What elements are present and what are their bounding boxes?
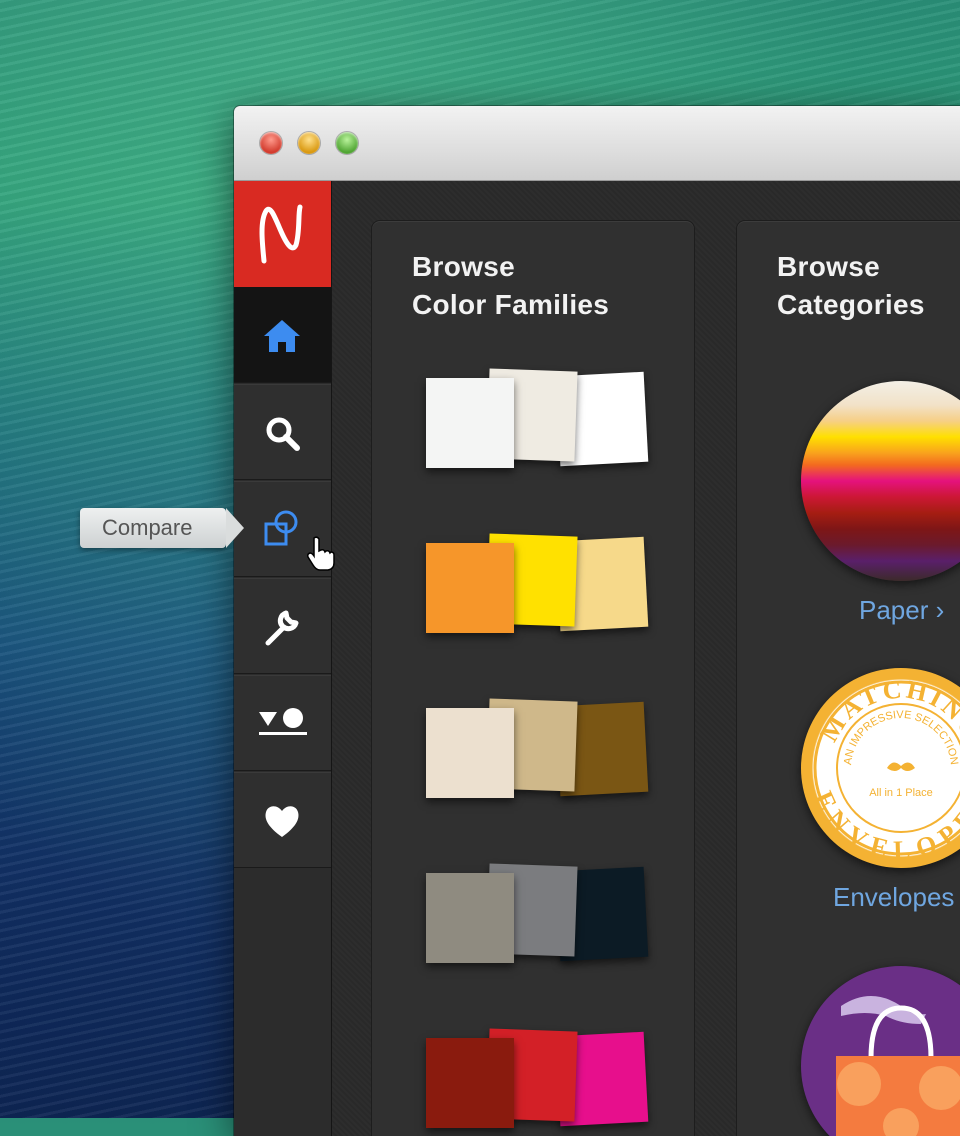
title-bar [234,106,960,181]
envelopes-badge: MATCHING ENVELOPES AN IMPRESSIVE SELECTI… [801,668,960,868]
category-bags[interactable] [801,966,960,1136]
color-family-group[interactable] [426,861,649,971]
shapes-icon [259,708,307,735]
hand-cursor-icon [307,536,335,571]
paper-category-link[interactable]: Paper › [859,595,944,626]
color-families-panel: Browse Color Families [372,221,694,1136]
search-icon [266,417,300,451]
main-content: Browse Color Families Browse Categories … [332,181,960,1136]
wrench-icon [265,610,299,646]
sidebar-item-shapes[interactable] [234,675,331,771]
categories-panel: Browse Categories Paper › MATCHI ENVELO … [737,221,960,1136]
color-swatch [426,708,514,798]
color-family-group[interactable] [426,531,649,641]
color-swatch [426,873,514,963]
color-swatch [426,378,514,468]
close-window-button[interactable] [260,132,282,154]
app-window: Browse Color Families Browse Categories … [234,106,960,1136]
svg-text:All in 1 Place: All in 1 Place [869,787,933,799]
sidebar-item-search[interactable] [234,384,331,480]
categories-title: Browse Categories [777,251,925,320]
color-family-group[interactable] [426,1026,649,1136]
color-family-group[interactable] [426,696,649,806]
color-families-title: Browse Color Families [412,251,610,320]
sidebar-item-favorites[interactable] [234,772,331,868]
paper-thumbnail [801,381,960,581]
color-swatch [426,543,514,633]
heart-icon [265,806,299,837]
category-paper[interactable]: Paper › [801,381,960,625]
compare-tooltip: Compare [80,508,244,548]
app-logo[interactable] [234,181,331,287]
shopping-bag-icon [836,996,960,1136]
color-swatch [426,1038,514,1128]
category-envelopes[interactable]: MATCHING ENVELOPES AN IMPRESSIVE SELECTI… [801,668,960,912]
home-icon [264,320,300,352]
zoom-window-button[interactable] [336,132,358,154]
app-logo-icon [259,204,303,264]
bags-thumbnail [801,966,960,1136]
color-family-group[interactable] [426,366,649,476]
envelopes-seal-icon: MATCHING ENVELOPES AN IMPRESSIVE SELECTI… [809,674,960,865]
compare-icon [264,510,298,546]
minimize-window-button[interactable] [298,132,320,154]
sidebar-item-tools[interactable] [234,578,331,674]
sidebar [234,181,332,1136]
envelopes-category-link[interactable]: Envelopes › [833,882,960,913]
sidebar-item-home[interactable] [234,287,331,383]
